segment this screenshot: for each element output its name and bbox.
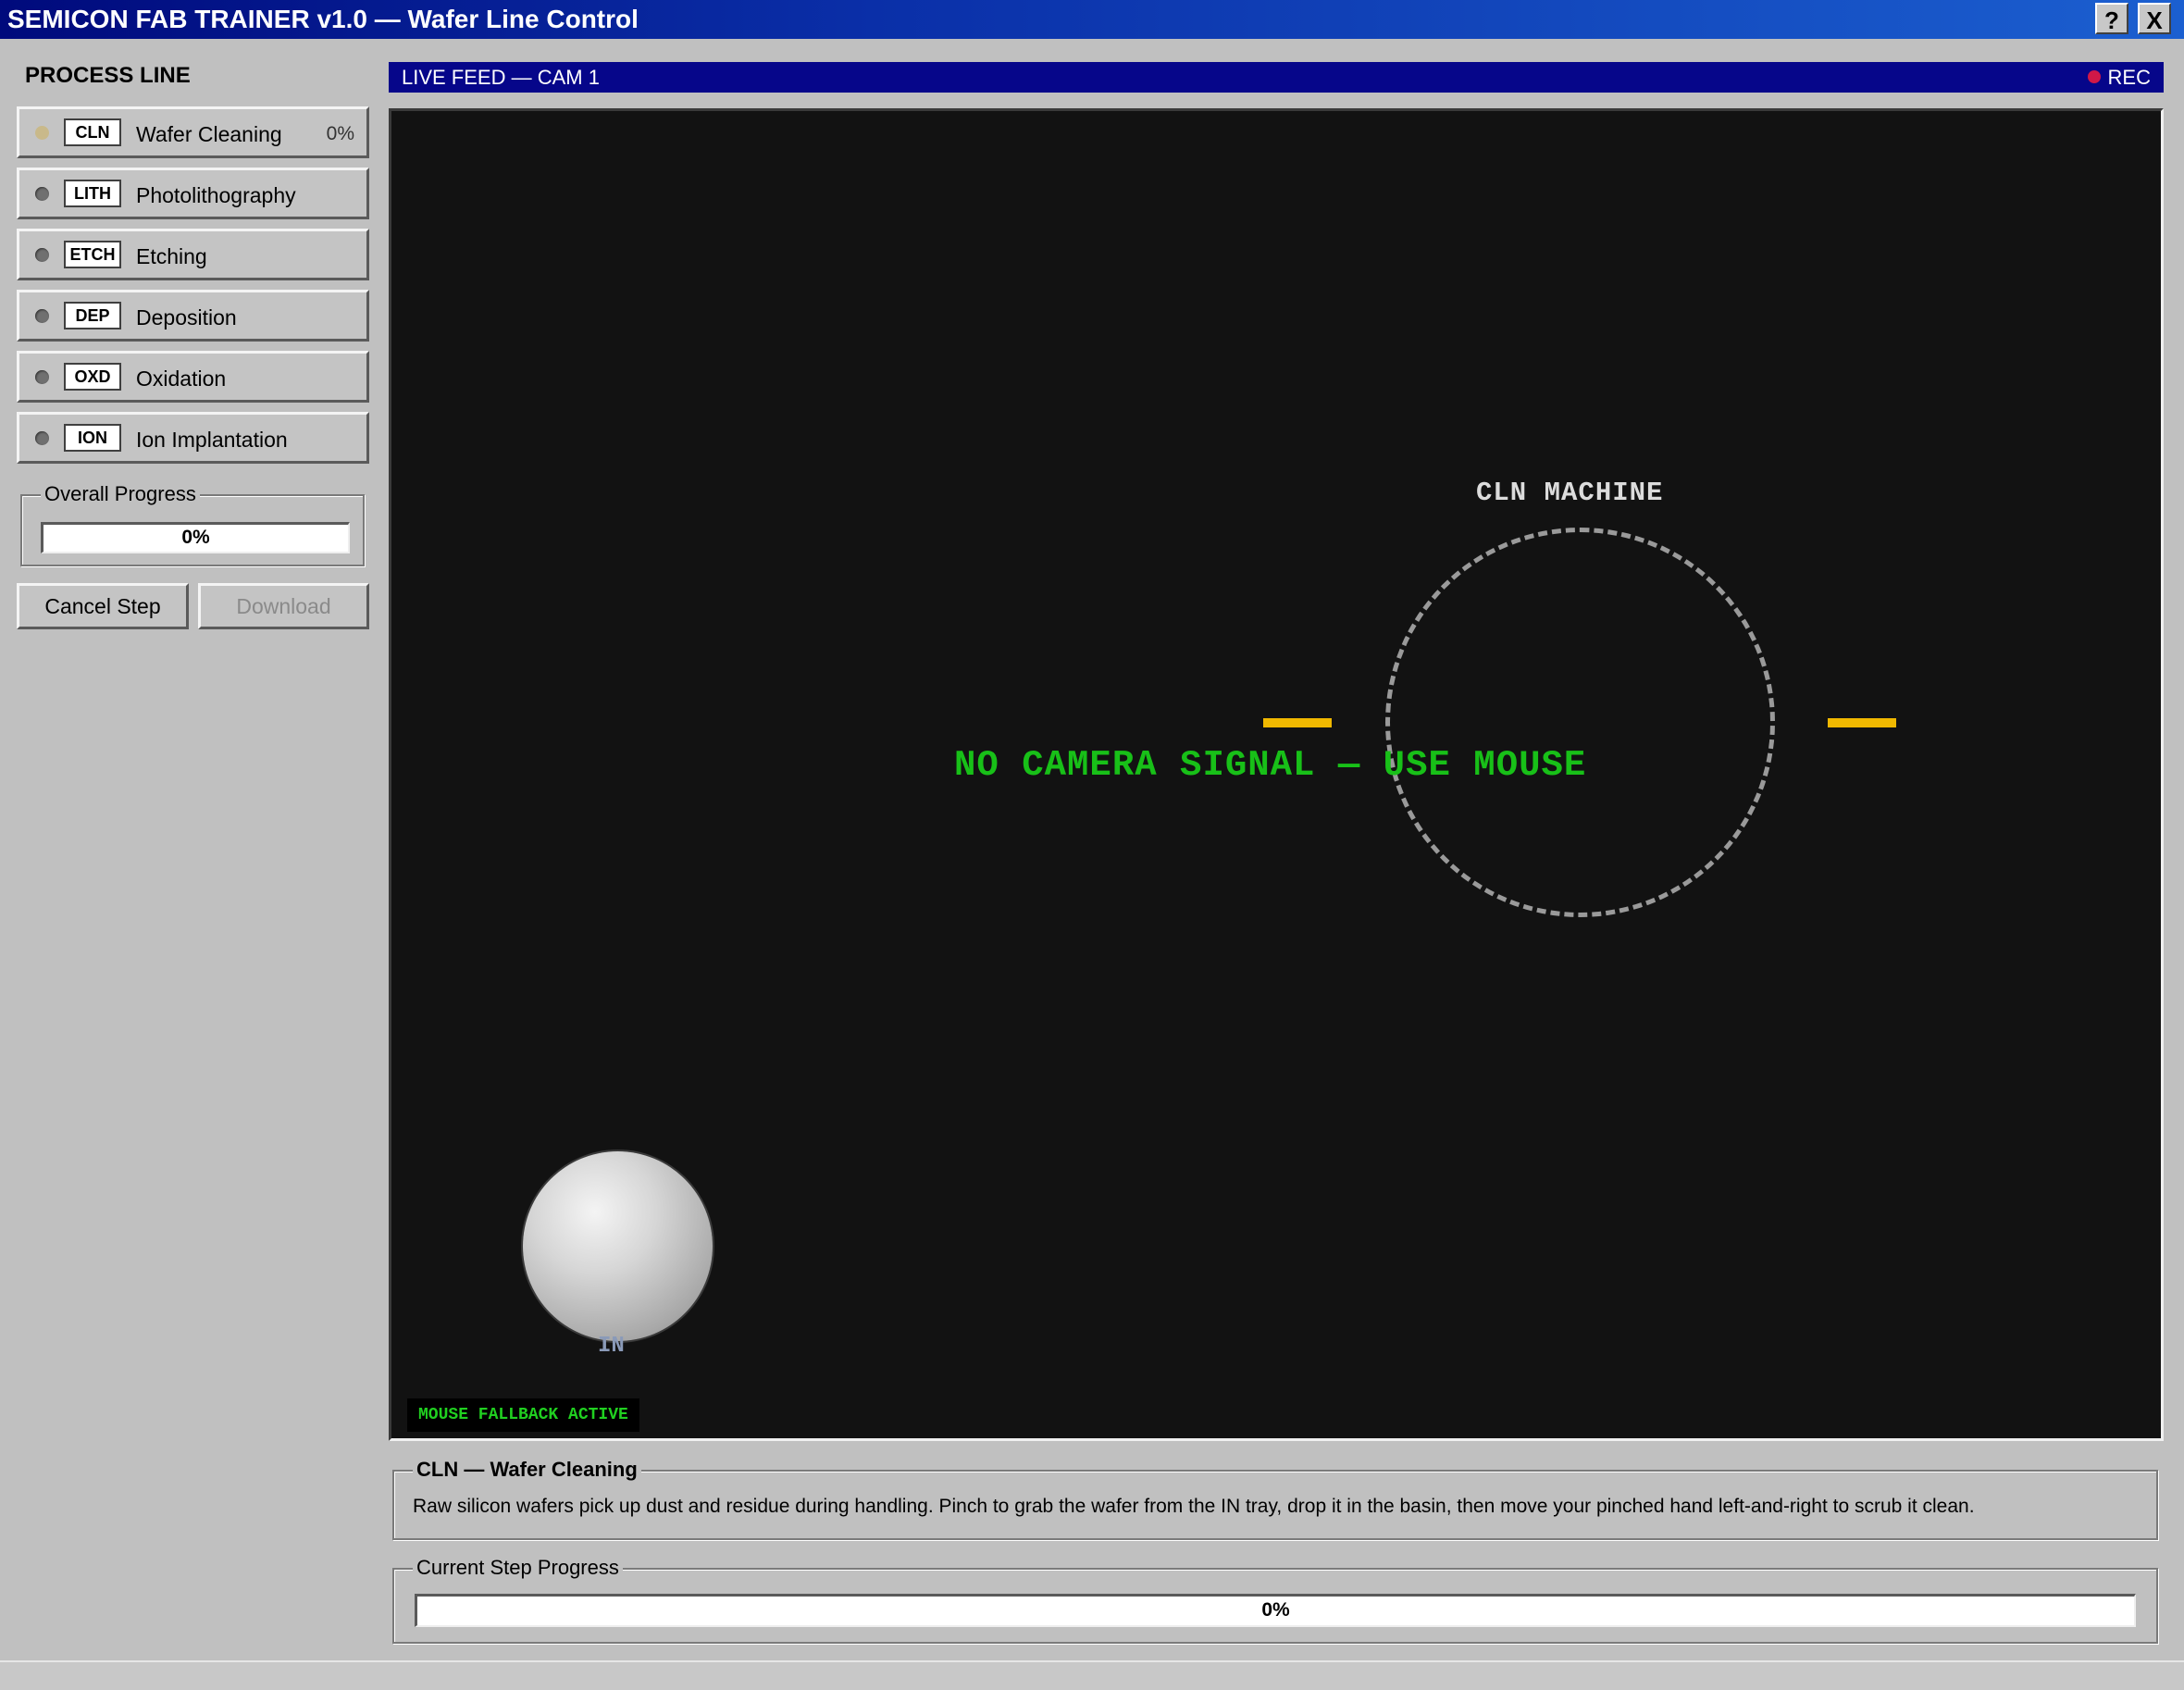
overall-progress-group: Overall Progress 0% [20, 481, 365, 566]
step-label: Deposition [136, 305, 237, 329]
rec-dot-icon [2087, 70, 2101, 84]
rec-label: REC [2107, 66, 2151, 89]
step-code: OXD [64, 363, 121, 391]
step-label: Wafer Cleaning [136, 122, 282, 146]
in-tray-label: IN [598, 1334, 625, 1359]
step-item-dep[interactable]: DEP Deposition [17, 290, 369, 342]
live-feed-title: LIVE FEED — CAM 1 [402, 66, 600, 89]
machine-label: CLN MACHINE [1476, 478, 1664, 508]
step-item-etch[interactable]: ETCH Etching [17, 229, 369, 280]
current-step-progress-group: Current Step Progress 0% [392, 1555, 2158, 1644]
wafer-in-tray[interactable] [523, 1151, 713, 1341]
overall-progress-value: 0% [181, 527, 210, 548]
step-label: Ion Implantation [136, 428, 288, 452]
status-led-icon [35, 431, 49, 445]
status-led-icon [35, 248, 49, 262]
step-item-oxd[interactable]: OXD Oxidation [17, 351, 369, 403]
step-code: CLN [64, 118, 121, 146]
step-code: DEP [64, 302, 121, 329]
step-item-cln[interactable]: CLN Wafer Cleaning 0% [17, 106, 369, 158]
cancel-step-button[interactable]: Cancel Step [17, 583, 189, 629]
current-step-progress-bar: 0% [415, 1594, 2136, 1627]
step-description-title: CLN — Wafer Cleaning [413, 1457, 641, 1483]
step-code: LITH [64, 180, 121, 207]
step-code: ION [64, 424, 121, 452]
download-button[interactable]: Download [198, 583, 369, 629]
status-led-icon [35, 370, 49, 384]
process-line-title: PROCESS LINE [25, 63, 191, 88]
status-led-icon [35, 187, 49, 201]
title-bar: SEMICON FAB TRAINER v1.0 — Wafer Line Co… [0, 0, 2184, 39]
status-led-icon [35, 126, 49, 140]
step-item-lith[interactable]: LITH Photolithography [17, 168, 369, 219]
status-strip [0, 1660, 2184, 1690]
live-feed-header: LIVE FEED — CAM 1 REC [389, 62, 2164, 93]
no-signal-message: NO CAMERA SIGNAL — USE MOUSE [954, 745, 1587, 786]
step-label: Etching [136, 244, 207, 268]
overall-progress-bar: 0% [41, 522, 350, 553]
step-item-ion[interactable]: ION Ion Implantation [17, 412, 369, 464]
current-step-progress-label: Current Step Progress [413, 1555, 623, 1581]
rec-indicator: REC [2087, 62, 2151, 93]
step-progress: 0% [326, 123, 354, 144]
current-step-progress-value: 0% [1261, 1599, 1290, 1621]
step-label: Oxidation [136, 367, 227, 391]
camera-viewport[interactable]: CLN MACHINE NO CAMERA SIGNAL — USE MOUSE… [389, 108, 2164, 1441]
window-title: SEMICON FAB TRAINER v1.0 — Wafer Line Co… [7, 5, 639, 33]
step-label: Photolithography [136, 183, 296, 207]
help-button[interactable]: ? [2095, 3, 2128, 34]
left-marker-icon [1263, 718, 1332, 727]
overall-progress-label: Overall Progress [41, 481, 200, 507]
step-description-text: Raw silicon wafers pick up dust and resi… [413, 1496, 1975, 1517]
right-marker-icon [1828, 718, 1896, 727]
mouse-fallback-badge: MOUSE FALLBACK ACTIVE [407, 1398, 639, 1432]
step-code: ETCH [64, 241, 121, 268]
close-button[interactable]: X [2138, 3, 2171, 34]
cleaning-basin-ring[interactable] [1385, 528, 1775, 917]
status-led-icon [35, 309, 49, 323]
